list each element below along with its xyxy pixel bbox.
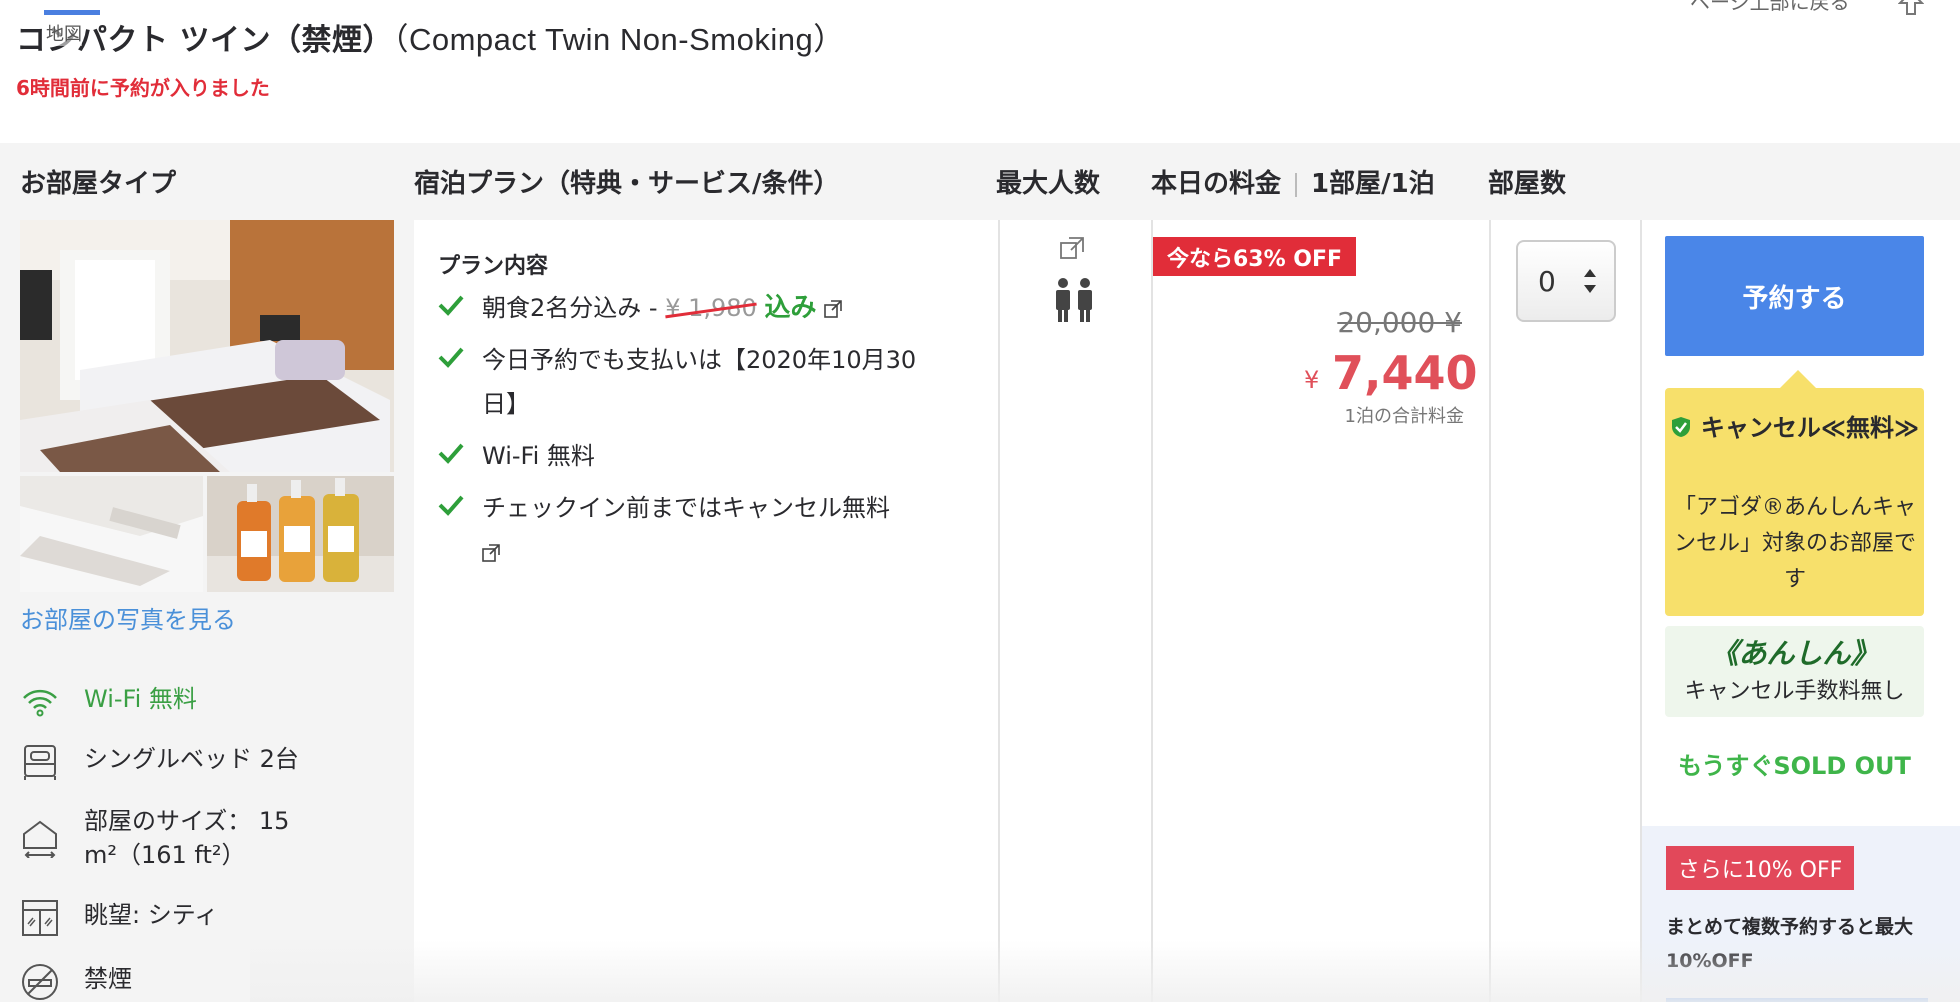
external-link-icon[interactable] <box>1059 236 1085 260</box>
header-rooms: 部屋数 <box>1488 169 1567 199</box>
room-title: コンパクト ツイン（禁煙）（Compact Twin Non-Smoking） <box>16 14 845 59</box>
breakfast-original-price: ¥ 1,980 <box>665 294 757 322</box>
plan-wifi-text: Wi-Fi 無料 <box>482 442 595 470</box>
room-count-select[interactable]: 0 <box>1516 240 1616 322</box>
arrow-up-icon[interactable] <box>1898 0 1924 16</box>
free-cancel-description: 「アゴダ®あんしんキャンセル」対象のお部屋です <box>1673 495 1916 592</box>
checkmark-icon <box>438 495 464 516</box>
feature-bed: シングルベッド 2台 <box>20 742 400 782</box>
current-price: 7,440 <box>1332 346 1478 400</box>
feature-room-size: 部屋のサイズ： 15 m²（161 ft²） <box>20 804 400 872</box>
room-photo-towel[interactable] <box>20 476 203 592</box>
see-room-photos-link[interactable]: お部屋の写真を見る <box>20 600 236 635</box>
discount-badge: 今なら63% OFF <box>1153 237 1356 276</box>
checkmark-icon <box>438 443 464 464</box>
wifi-icon <box>23 689 57 717</box>
sold-out-soon-label: もうすぐSOLD OUT <box>1678 752 1911 780</box>
map-tab-indicator <box>44 10 100 15</box>
no-smoking-icon <box>22 964 58 1000</box>
feature-bed-label: シングルベッド 2台 <box>84 745 299 773</box>
cancel-box-pointer <box>1780 370 1816 388</box>
plan-item-breakfast: 朝食2名分込み - ¥ 1,980 込み <box>438 286 938 330</box>
price-currency: ¥ <box>1304 366 1320 394</box>
header-divider <box>1295 172 1298 197</box>
occupancy-column <box>998 220 1153 1002</box>
feature-wifi-label: Wi-Fi 無料 <box>84 685 197 713</box>
checkmark-icon <box>438 347 464 368</box>
two-people-icon <box>1056 278 1092 322</box>
header-price-label: 本日の料金 <box>1151 169 1282 199</box>
plan-item-payment: 今日予約でも支払いは【2020年10月30日】 <box>438 338 938 426</box>
header-price: 本日の料金 1部屋/1泊 <box>1151 163 1435 200</box>
plan-item-wifi: Wi-Fi 無料 <box>438 434 938 478</box>
anshin-title: 《あんしん》 <box>1710 637 1879 670</box>
free-cancel-title-text: キャンセル≪無料≫ <box>1700 414 1920 442</box>
checkmark-icon <box>438 295 464 316</box>
breakfast-included-label: 込み <box>764 293 817 323</box>
window-view-icon <box>22 900 58 936</box>
bed-icon <box>24 745 56 780</box>
feature-view: 眺望: シティ <box>20 898 400 938</box>
plan-free-cancel-text: チェックイン前まではキャンセル無料 <box>482 494 890 522</box>
feature-room-size-label: 部屋のサイズ： 15 m²（161 ft²） <box>84 807 290 869</box>
external-link-icon[interactable] <box>482 544 500 562</box>
external-link-icon[interactable] <box>824 300 842 318</box>
room-size-icon <box>23 820 57 858</box>
header-max-guests: 最大人数 <box>996 169 1101 199</box>
back-to-top-link[interactable]: ページ上部に戻る <box>1690 0 1850 15</box>
rooms-column <box>1489 220 1642 1002</box>
header-plan: 宿泊プラン（特典・サービス/条件） <box>414 169 840 199</box>
room-photo-amenities[interactable] <box>207 476 394 592</box>
map-tab[interactable]: 地図 <box>46 20 82 46</box>
header-price-unit: 1部屋/1泊 <box>1311 169 1435 199</box>
feature-no-smoking-label: 禁煙 <box>84 965 132 993</box>
plan-title: プラン内容 <box>438 254 549 279</box>
bottom-fade <box>250 940 1960 1002</box>
feature-view-label: 眺望: シティ <box>84 901 219 929</box>
plan-breakfast-text: 朝食2名分込み - <box>482 294 666 322</box>
header-room-type: お部屋タイプ <box>20 169 177 199</box>
free-cancel-title: キャンセル≪無料≫ <box>1670 412 1920 444</box>
shield-check-icon <box>1671 417 1690 437</box>
table-header <box>0 143 1960 220</box>
book-button[interactable]: 予約する <box>1665 236 1924 356</box>
room-title-en: （Compact Twin Non-Smoking） <box>392 22 845 57</box>
room-count-value: 0 <box>1538 264 1556 298</box>
room-photo-main[interactable] <box>20 220 394 472</box>
promo-discount-badge: さらに10% OFF <box>1666 846 1854 890</box>
plan-payment-text: 今日予約でも支払いは【2020年10月30日】 <box>482 346 917 418</box>
price-note: 1泊の合計料金 <box>1344 406 1464 427</box>
original-price: 20,000 ¥ <box>1337 306 1462 339</box>
booked-notice: 6時間前に予約が入りました <box>16 76 270 100</box>
select-arrows-icon <box>1584 269 1596 293</box>
feature-wifi: Wi-Fi 無料 <box>20 682 400 722</box>
plan-item-free-cancel: チェックイン前まではキャンセル無料 <box>438 486 938 574</box>
anshin-subtitle: キャンセル手数料無し <box>1684 679 1905 704</box>
